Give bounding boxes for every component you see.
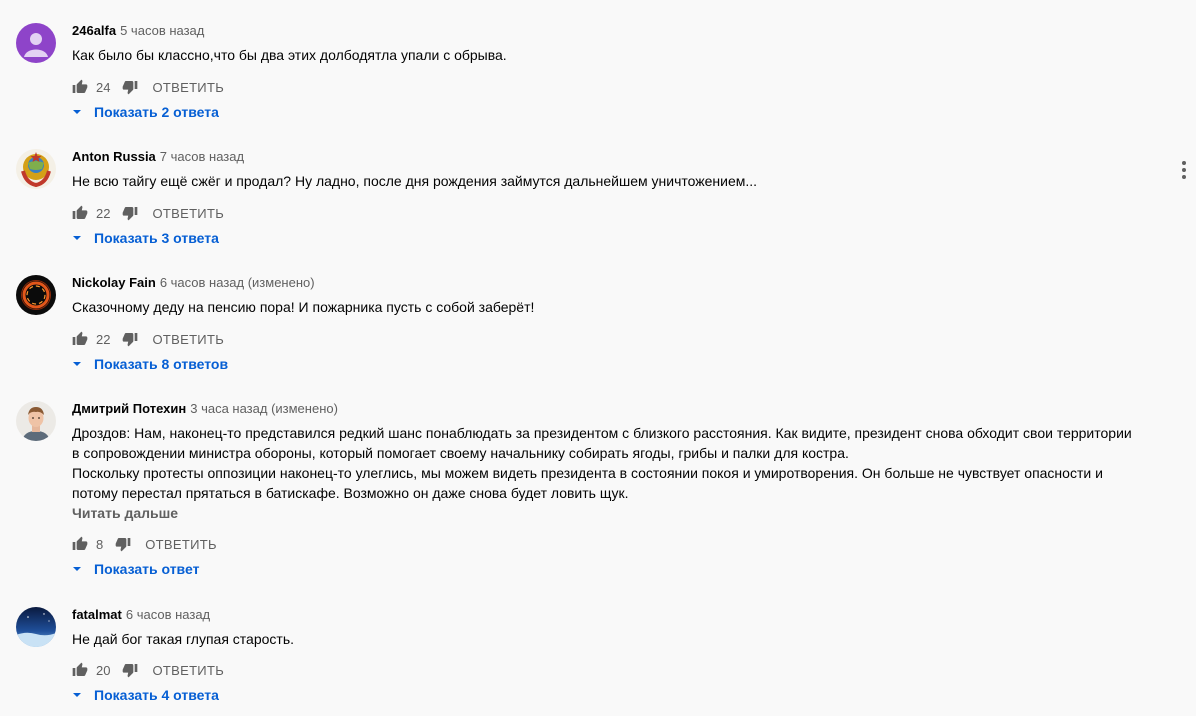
comment-time[interactable]: 6 часов назад [126, 607, 210, 622]
comment-toolbar: 22 ОТВЕТИТЬ [72, 327, 224, 351]
comment-toolbar: 20 ОТВЕТИТЬ [72, 658, 224, 682]
author-name[interactable]: fatalmat [72, 607, 122, 622]
show-replies-label: Показать 2 ответа [94, 104, 219, 120]
dislike-icon[interactable] [122, 79, 138, 95]
comment-text: Не всю тайгу ещё сжёг и продал? Ну ладно… [72, 173, 758, 189]
comment-header: Nickolay Fain 6 часов назад (изменено) [72, 274, 315, 292]
comment-header: 246alfa 5 часов назад [72, 22, 204, 40]
reply-button[interactable]: ОТВЕТИТЬ [152, 663, 224, 678]
like-icon[interactable] [72, 662, 88, 678]
comment-text-line: Поскольку протесты оппозиции наконец-то … [72, 465, 1103, 481]
show-replies-label: Показать 4 ответа [94, 687, 219, 703]
like-icon[interactable] [72, 79, 88, 95]
show-replies-label: Показать 8 ответов [94, 356, 229, 372]
show-replies-label: Показать 3 ответа [94, 230, 219, 246]
show-replies-button[interactable]: Показать 3 ответа [72, 230, 219, 246]
like-icon[interactable] [72, 205, 88, 221]
comment-toolbar: 22 ОТВЕТИТЬ [72, 201, 224, 225]
chevron-down-icon [73, 567, 81, 571]
comment-text: Не дай бог такая глупая старость. [72, 631, 294, 647]
comment-text: Дроздов: Нам, наконец-то представился ре… [72, 423, 1162, 503]
read-more-link[interactable]: Читать дальше [72, 505, 178, 521]
comment-header: fatalmat 6 часов назад [72, 606, 210, 624]
comment-time[interactable]: 5 часов назад [120, 23, 204, 38]
avatar[interactable] [16, 23, 56, 63]
like-count: 22 [96, 331, 111, 347]
comment-time[interactable]: 3 часа назад (изменено) [190, 401, 338, 416]
comment-text-line: потому перестал прятаться в батискафе. В… [72, 485, 629, 501]
reply-button[interactable]: ОТВЕТИТЬ [152, 206, 224, 221]
avatar[interactable] [16, 401, 56, 441]
show-replies-button[interactable]: Показать 8 ответов [72, 356, 228, 372]
comment-text: Как было бы классно,что бы два этих долб… [72, 47, 507, 63]
dislike-icon[interactable] [122, 662, 138, 678]
avatar[interactable] [16, 607, 56, 647]
like-count: 20 [96, 662, 111, 678]
comment-toolbar: 8 ОТВЕТИТЬ [72, 532, 217, 556]
comment-text-line: в сопровождении министра обороны, которы… [72, 445, 849, 461]
comment-header: Дмитрий Потехин 3 часа назад (изменено) [72, 400, 338, 418]
show-replies-label: Показать ответ [94, 561, 200, 577]
author-name[interactable]: 246alfa [72, 23, 116, 38]
show-replies-button[interactable]: Показать 4 ответа [72, 687, 219, 703]
more-vert-icon[interactable] [1180, 160, 1188, 180]
reply-button[interactable]: ОТВЕТИТЬ [152, 80, 224, 95]
author-name[interactable]: Nickolay Fain [72, 275, 156, 290]
reply-button[interactable]: ОТВЕТИТЬ [145, 537, 217, 552]
chevron-down-icon [73, 693, 81, 697]
comment-text-line: Дроздов: Нам, наконец-то представился ре… [72, 425, 1132, 441]
avatar[interactable] [16, 275, 56, 315]
like-count: 22 [96, 205, 111, 221]
comment-text: Сказочному деду на пенсию пора! И пожарн… [72, 299, 535, 315]
show-replies-button[interactable]: Показать 2 ответа [72, 104, 219, 120]
show-replies-button[interactable]: Показать ответ [72, 561, 199, 577]
reply-button[interactable]: ОТВЕТИТЬ [152, 332, 224, 347]
chevron-down-icon [73, 236, 81, 240]
dislike-icon[interactable] [115, 536, 131, 552]
comment-time[interactable]: 7 часов назад [160, 149, 244, 164]
chevron-down-icon [73, 362, 81, 366]
avatar[interactable] [16, 149, 56, 189]
like-count: 24 [96, 79, 111, 95]
dislike-icon[interactable] [122, 205, 138, 221]
author-name[interactable]: Дмитрий Потехин [72, 401, 186, 416]
chevron-down-icon [73, 110, 81, 114]
dislike-icon[interactable] [122, 331, 138, 347]
like-count: 8 [96, 536, 104, 552]
author-name[interactable]: Anton Russia [72, 149, 156, 164]
like-icon[interactable] [72, 536, 88, 552]
comment-time[interactable]: 6 часов назад (изменено) [160, 275, 315, 290]
comment-header: Anton Russia 7 часов назад [72, 148, 244, 166]
like-icon[interactable] [72, 331, 88, 347]
comment-toolbar: 24 ОТВЕТИТЬ [72, 75, 224, 99]
